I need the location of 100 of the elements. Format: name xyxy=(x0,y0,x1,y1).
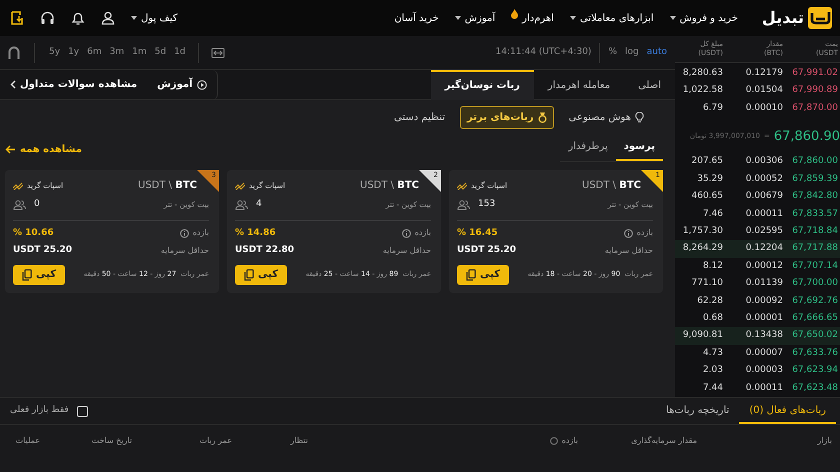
total-cell-text: 0.68 xyxy=(702,312,724,325)
min-investment-label: حداقل سرمایه xyxy=(604,244,653,257)
copy-icon xyxy=(22,268,32,280)
amount-cell-text: 0.00011 xyxy=(744,208,784,221)
users-icon xyxy=(13,200,26,210)
user-count: 4 xyxy=(256,198,262,211)
category-tab[interactable]: ربات‌های برتر xyxy=(460,106,554,129)
price-cell-text: 67,692.76 xyxy=(791,294,839,308)
amount-cell-text: 0.00010 xyxy=(744,102,784,115)
total-cell-text: 2.03 xyxy=(702,364,724,378)
flame-icon xyxy=(511,9,518,19)
timeframe-button[interactable]: 6m xyxy=(87,46,102,60)
sort-tab[interactable]: پرطرفدار xyxy=(560,137,616,161)
nav-menu-item[interactable]: اهرم‌دار xyxy=(511,10,554,26)
total-cell-text: 207.65 xyxy=(690,155,724,168)
sort-tab[interactable]: پرسود xyxy=(616,137,663,161)
pair-name: USDT \ BTC xyxy=(582,179,641,193)
timeframe-button[interactable]: 5y xyxy=(49,46,60,60)
total-cell-text: 9,090.81 xyxy=(682,329,724,342)
copy-icon xyxy=(244,268,254,280)
checkbox[interactable] xyxy=(76,406,88,416)
last-price: 67,860.90 xyxy=(774,128,840,146)
bots-tab[interactable]: تاریخچه ربات‌ها xyxy=(656,398,740,424)
see-all-link[interactable]: مشاهده همه xyxy=(5,142,82,157)
price-cell-text: 67,833.57 xyxy=(791,208,839,221)
amount-cell-text: 0.00679 xyxy=(744,190,784,204)
min-investment-value: 25.20 USDT xyxy=(13,244,72,257)
category-tab[interactable]: هوش مصنوعی xyxy=(562,106,651,129)
bots-tab[interactable]: ربات‌های فعال (0) xyxy=(739,398,836,424)
timeframe-button[interactable]: 1m xyxy=(132,46,147,60)
wallet-menu[interactable]: کیف پول xyxy=(131,10,178,26)
user-count: 153 xyxy=(478,198,496,211)
column-header: مقدار سرمایه‌گذاری xyxy=(631,435,697,447)
chart-option-button[interactable]: % xyxy=(608,46,617,60)
yield-value: 10.66 % xyxy=(13,226,54,240)
nav-menu-item[interactable]: آموزش xyxy=(454,10,496,26)
category-tab[interactable]: تنظیم دستی xyxy=(387,106,452,129)
price-cell-text: 67,718.84 xyxy=(791,225,839,238)
column-header: بازده xyxy=(562,435,578,447)
date-range-icon[interactable] xyxy=(210,46,225,58)
play-circle-icon xyxy=(196,80,207,90)
headset-icon[interactable] xyxy=(40,10,55,26)
timeframe-button[interactable]: 3m xyxy=(110,46,124,60)
total-cell-text: 6.79 xyxy=(702,102,724,115)
price-cell-text: 67,870.00 xyxy=(791,102,839,115)
amount-cell-text: 0.01504 xyxy=(744,84,784,98)
amount-cell-text: 0.00012 xyxy=(744,260,784,273)
user-count: 0 xyxy=(34,198,40,211)
magnet-icon[interactable] xyxy=(8,46,20,60)
column-header: نتظار xyxy=(290,435,308,447)
copy-button[interactable]: کپی xyxy=(13,264,65,284)
copy-button[interactable]: کپی xyxy=(457,264,509,284)
amount-cell-text: 0.00011 xyxy=(744,382,784,395)
nav-menu-item[interactable]: خرید و فروش xyxy=(670,10,738,26)
users-icon xyxy=(235,200,248,210)
price-cell-text: 67,859.39 xyxy=(791,172,839,186)
chart-option-button[interactable]: auto xyxy=(646,46,667,60)
price-cell-text: 67,623.94 xyxy=(791,364,839,378)
price-cell-text: 67,717.88 xyxy=(791,242,839,256)
timeframe-button[interactable]: 5d xyxy=(154,46,166,60)
price-cell-text: 67,990.89 xyxy=(791,84,839,98)
amount-cell-text: 0.00007 xyxy=(744,346,784,360)
panel-tab[interactable]: اصلی xyxy=(624,70,675,100)
copy-button[interactable]: کپی xyxy=(235,264,287,284)
amount-cell-text: 0.12204 xyxy=(744,242,784,256)
bell-icon[interactable] xyxy=(71,10,85,26)
panel-tab[interactable]: ربات نوسان‌گیر xyxy=(430,70,534,100)
caret-icon xyxy=(131,16,137,20)
caret-icon xyxy=(570,16,576,20)
total-cell-text: 7.46 xyxy=(702,208,724,221)
nav-menu-item[interactable]: خرید آسان xyxy=(394,10,439,26)
users-icon xyxy=(457,200,470,210)
total-cell-text: 8,280.63 xyxy=(682,67,724,80)
column-header: عملیات xyxy=(16,435,40,447)
grid-chart-icon xyxy=(235,182,245,190)
faq-link[interactable]: مشاهده سوالات متداول xyxy=(0,70,148,100)
yield-label: بازده xyxy=(636,227,653,240)
medal-icon xyxy=(538,112,547,123)
price-cell-text: 67,991.02 xyxy=(791,67,839,80)
amount-cell-text: 0.02595 xyxy=(744,225,784,238)
timeframe-button[interactable]: 1d xyxy=(174,46,186,60)
panel-tab[interactable]: معامله اهرمدار xyxy=(534,70,624,100)
chart-option-button[interactable]: log xyxy=(625,46,639,60)
total-cell-text: 1,757.30 xyxy=(682,225,724,238)
price-cell-text: 67,700.00 xyxy=(791,277,839,290)
column-header: تاریخ ساخت xyxy=(92,435,132,447)
user-icon[interactable] xyxy=(101,11,115,25)
timeframe-button[interactable]: 1y xyxy=(68,46,80,60)
amount-cell-text: 0.01139 xyxy=(744,277,784,290)
nav-menu-item[interactable]: ابزارهای معاملاتی xyxy=(570,10,654,26)
min-investment-label: حداقل سرمایه xyxy=(382,244,431,257)
column-header: عمر ربات xyxy=(200,435,232,447)
arrow-left-icon xyxy=(5,145,16,154)
yield-value: 14.86 % xyxy=(235,226,276,240)
logo-text: تبدیل xyxy=(762,7,804,29)
total-cell-text: 4.73 xyxy=(702,346,724,360)
yield-label: بازده xyxy=(192,227,209,240)
grid-chart-icon xyxy=(457,182,467,190)
yield-value: 16.45 % xyxy=(457,226,498,240)
price-cell-text: 67,666.65 xyxy=(791,312,839,325)
